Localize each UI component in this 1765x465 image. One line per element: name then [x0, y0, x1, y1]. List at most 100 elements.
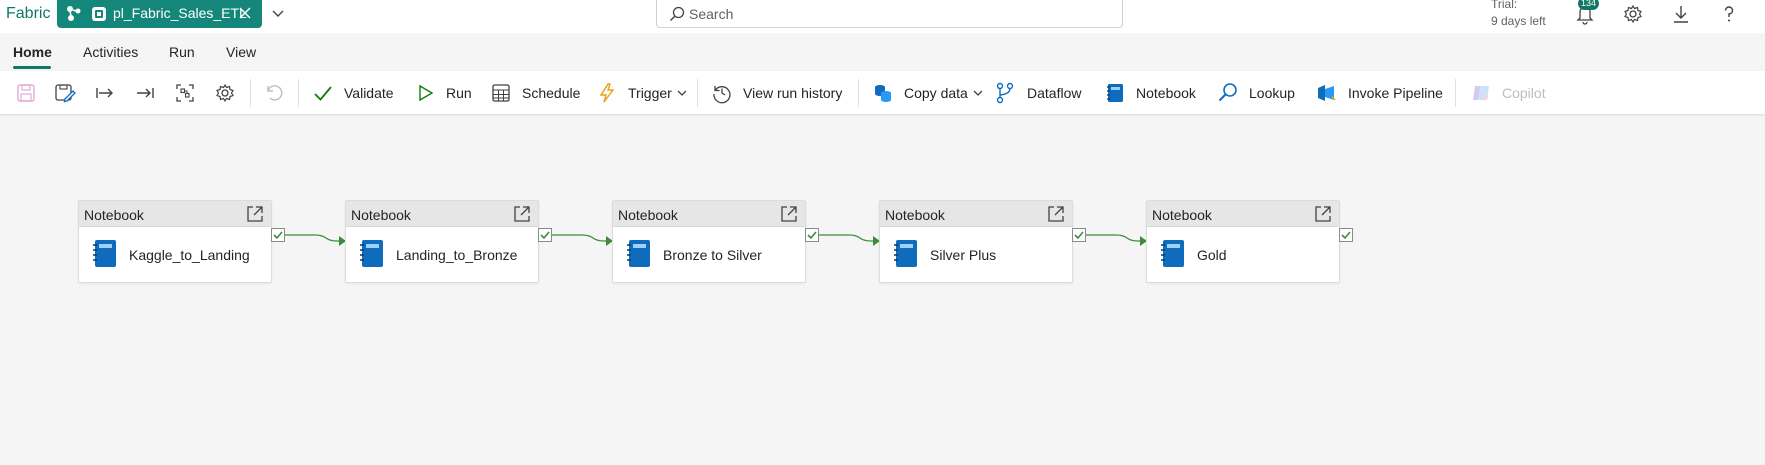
open-item-tab[interactable]: pl_Fabric_Sales_ETL [57, 0, 262, 28]
lookup-label: Lookup [1249, 84, 1295, 101]
tab-right-icon [96, 87, 113, 98]
activity-type: Notebook [885, 207, 945, 223]
tab-end-icon [137, 87, 154, 98]
save-as-icon [55, 83, 76, 102]
open-external-icon[interactable] [1046, 204, 1066, 224]
notebook-icon [1161, 240, 1184, 267]
ribbon-toolbar: Validate Run Schedule Trigger View run h… [0, 71, 1765, 114]
play-icon [419, 84, 434, 101]
gear-icon[interactable] [1622, 3, 1644, 25]
activity-card-bronze-to-silver[interactable]: Notebook Bronze to Silver [612, 200, 806, 283]
on-success-port[interactable] [805, 228, 819, 242]
on-success-port[interactable] [538, 228, 552, 242]
tab-view[interactable]: View [226, 44, 256, 60]
activity-type: Notebook [618, 207, 678, 223]
activity-card-landing-to-bronze[interactable]: Notebook Landing_to_Bronze [345, 200, 539, 283]
ribbon-divider [697, 79, 698, 107]
on-success-port[interactable] [1072, 228, 1086, 242]
copy-data-icon [875, 84, 891, 102]
lookup-button[interactable]: Lookup [1217, 71, 1295, 114]
open-item-name: pl_Fabric_Sales_ETL [113, 5, 247, 21]
tab-home[interactable]: Home [13, 44, 52, 60]
open-external-icon[interactable] [512, 204, 532, 224]
search-box[interactable] [656, 0, 1123, 28]
activity-name: Silver Plus [930, 247, 997, 263]
pipeline-canvas[interactable]: Notebook Kaggle_to_Landing Notebook Land… [0, 114, 1765, 465]
notebook-button[interactable]: Notebook [1104, 71, 1196, 114]
open-external-icon[interactable] [1313, 204, 1333, 224]
fit-view-button[interactable] [174, 71, 196, 114]
activity-card-header: Notebook [1147, 201, 1339, 227]
active-tab-indicator [13, 66, 51, 69]
notebook-icon [894, 240, 917, 267]
save-button[interactable] [15, 71, 37, 114]
ribbon-divider [250, 79, 251, 107]
view-run-history-button[interactable]: View run history [711, 71, 842, 114]
ribbon-divider [298, 79, 299, 107]
dataflow-button[interactable]: Dataflow [995, 71, 1081, 114]
tab-activities[interactable]: Activities [83, 44, 138, 60]
validate-label: Validate [344, 84, 394, 101]
activity-card-header: Notebook [880, 201, 1072, 227]
notebook-icon [627, 240, 650, 267]
help-icon[interactable] [1718, 3, 1740, 25]
history-icon [713, 85, 731, 103]
view-run-history-label: View run history [743, 84, 843, 101]
schedule-button[interactable]: Schedule [490, 71, 580, 114]
undo-button[interactable] [263, 71, 285, 114]
dataflow-label: Dataflow [1027, 84, 1082, 101]
ribbon-divider [858, 79, 859, 107]
save-as-button[interactable] [54, 71, 76, 114]
close-icon[interactable] [237, 5, 253, 21]
copy-data-label: Copy data [904, 84, 968, 101]
save-icon [17, 83, 35, 102]
validate-button[interactable]: Validate [312, 71, 394, 114]
activity-card-header: Notebook [346, 201, 538, 227]
settings-icon [216, 83, 234, 102]
on-success-port[interactable] [1339, 228, 1353, 242]
activity-card-silver-plus[interactable]: Notebook Silver Plus [879, 200, 1073, 283]
activity-card-kaggle-to-landing[interactable]: Notebook Kaggle_to_Landing [78, 200, 272, 283]
copilot-icon [1473, 85, 1489, 100]
open-external-icon[interactable] [779, 204, 799, 224]
activity-card-gold[interactable]: Notebook Gold [1146, 200, 1340, 283]
lookup-icon [1218, 82, 1237, 101]
notebook-icon [360, 240, 383, 267]
pipeline-icon [67, 6, 81, 21]
chevron-down-icon [973, 90, 983, 96]
invoke-pipeline-icon [1318, 84, 1336, 101]
tab-end-button[interactable] [134, 71, 156, 114]
activity-type: Notebook [84, 207, 144, 223]
trigger-label: Trigger [628, 84, 672, 101]
trigger-button[interactable]: Trigger [596, 71, 688, 114]
pipeline-item-icon [92, 7, 106, 21]
settings-button[interactable] [214, 71, 236, 114]
notification-count-badge: 134 [1578, 0, 1600, 10]
copilot-button[interactable]: Copilot [1470, 71, 1546, 114]
activity-connectors [285, 234, 1147, 246]
fit-view-icon [176, 83, 194, 102]
download-icon[interactable] [1670, 3, 1692, 25]
ribbon-divider [1455, 79, 1456, 107]
schedule-label: Schedule [522, 84, 581, 101]
run-button[interactable]: Run [414, 71, 472, 114]
invoke-pipeline-label: Invoke Pipeline [1348, 84, 1443, 101]
on-success-port[interactable] [271, 228, 285, 242]
open-external-icon[interactable] [245, 204, 265, 224]
checkmark-icon [807, 231, 817, 240]
tab-run[interactable]: Run [169, 44, 195, 60]
brand-name[interactable]: Fabric [6, 5, 50, 23]
invoke-pipeline-button[interactable]: Invoke Pipeline [1316, 71, 1443, 114]
chevron-down-icon [677, 90, 687, 96]
top-bar: Fabric pl_Fabric_Sales_ETL Trial: 9 days… [0, 0, 1765, 33]
checkmark-icon [314, 85, 332, 101]
chevron-down-icon[interactable] [268, 6, 288, 22]
notebook-label: Notebook [1136, 84, 1196, 101]
trial-status[interactable]: Trial: 9 days left [1491, 0, 1546, 30]
run-label: Run [446, 84, 472, 101]
copilot-label: Copilot [1502, 84, 1546, 101]
search-input[interactable] [689, 3, 1109, 25]
copy-data-button[interactable]: Copy data [872, 71, 984, 114]
activity-name: Landing_to_Bronze [396, 247, 518, 263]
tab-right-button[interactable] [94, 71, 116, 114]
